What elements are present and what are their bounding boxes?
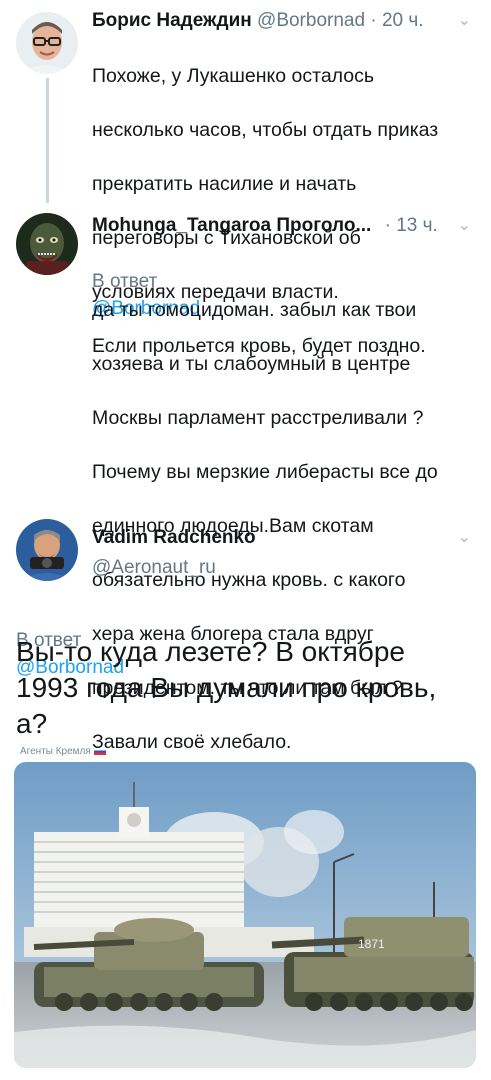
tweet-header: Mohunga_Tangaroa Проголо... · 13 ч. ⌄ bbox=[92, 215, 475, 243]
handle-row: @Aeronaut_ru bbox=[92, 557, 475, 585]
text-line: хозяева и ты слабоумный в центре bbox=[92, 353, 411, 375]
separator: · bbox=[370, 10, 377, 31]
avatar[interactable] bbox=[16, 519, 78, 581]
author-name[interactable]: Mohunga_Tangaroa Проголо... bbox=[92, 215, 371, 236]
svg-text:1871: 1871 bbox=[358, 937, 385, 951]
tweet-2[interactable]: Mohunga_Tangaroa Проголо... · 13 ч. ⌄ В … bbox=[0, 205, 491, 753]
author-name[interactable]: Vadim Radchenko bbox=[92, 527, 256, 548]
watermark: Агенты Кремля bbox=[20, 746, 106, 757]
text-line: Москвы парламент расстреливали ? bbox=[92, 407, 424, 429]
text-line: Почему вы мерзкие либерасты все до bbox=[92, 461, 438, 483]
text-line: Похоже, у Лукашенко осталось bbox=[92, 65, 375, 87]
flag-icon bbox=[93, 747, 106, 755]
author-name[interactable]: Борис Надеждин bbox=[92, 10, 252, 31]
tanks-photo: 1871 bbox=[14, 762, 476, 1068]
timestamp[interactable]: 20 ч. bbox=[382, 10, 424, 31]
watermark-text: Агенты Кремля bbox=[20, 746, 91, 757]
text-line: несколько часов, чтобы отдать приказ bbox=[92, 119, 439, 141]
tweet-header: Vadim Radchenko ⌄ bbox=[92, 527, 475, 555]
chevron-down-icon[interactable]: ⌄ bbox=[458, 527, 471, 547]
thread-line bbox=[46, 78, 49, 203]
text-line: прекратить насилие и начать bbox=[92, 173, 357, 195]
tweet-photo[interactable]: 1871 bbox=[14, 762, 476, 1068]
author-handle[interactable]: @Aeronaut_ru bbox=[92, 557, 216, 578]
chevron-down-icon[interactable]: ⌄ bbox=[458, 215, 471, 235]
text-line: да ты гомоцидоман. забыл как твои bbox=[92, 299, 417, 321]
main-tweet-text: Вы-то куда лезете? В октябре 1993 года В… bbox=[16, 636, 437, 739]
tweet-header: Борис Надеждин @Borbornad · 20 ч. ⌄ bbox=[92, 10, 475, 38]
avatar[interactable] bbox=[16, 12, 78, 74]
separator: · bbox=[384, 215, 391, 236]
chevron-down-icon[interactable]: ⌄ bbox=[458, 10, 471, 30]
author-handle[interactable]: @Borbornad bbox=[257, 10, 365, 31]
tweet-1[interactable]: Борис Надеждин @Borbornad · 20 ч. ⌄ Похо… bbox=[0, 0, 491, 357]
timestamp[interactable]: 13 ч. bbox=[396, 215, 438, 236]
avatar[interactable] bbox=[16, 213, 78, 275]
